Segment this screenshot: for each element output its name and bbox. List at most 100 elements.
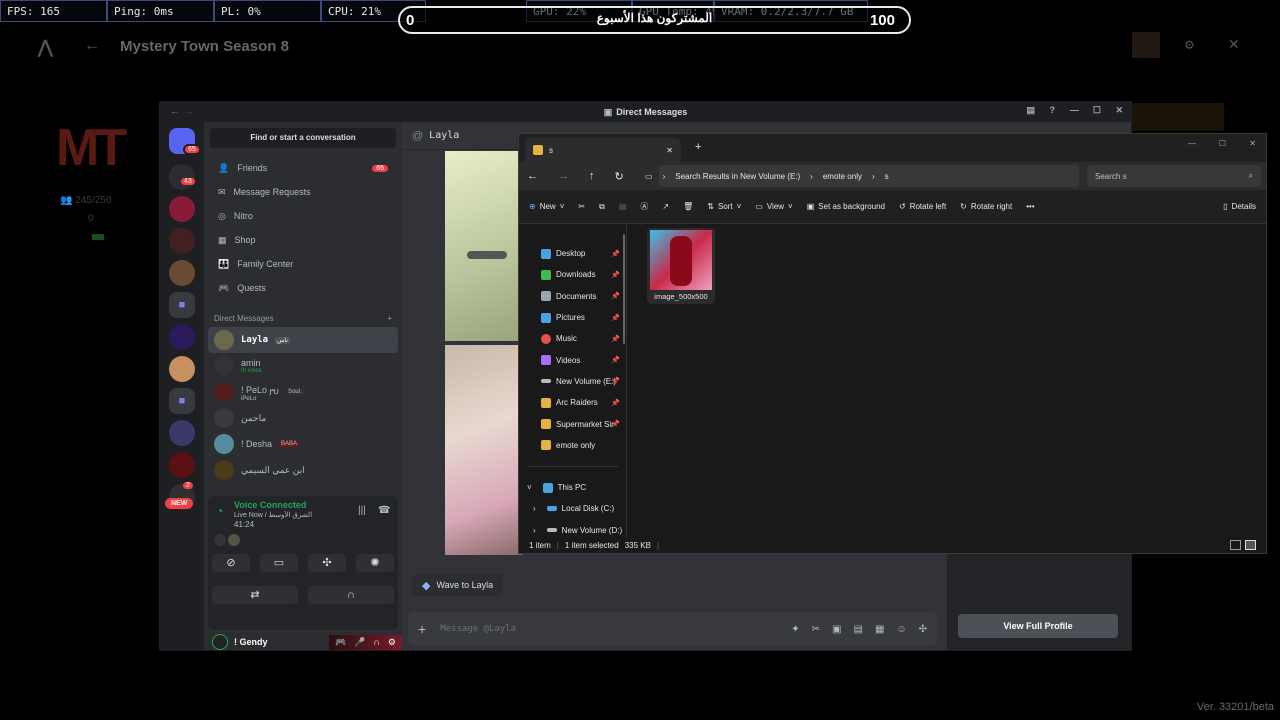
minimize-icon[interactable]: — (1070, 105, 1079, 115)
back-arrow-icon[interactable]: ← (84, 37, 100, 55)
activities-icon[interactable]: ✣ (919, 624, 927, 635)
explorer-tab[interactable]: s ✕ (525, 138, 681, 162)
microphone-icon[interactable]: 🎤 (354, 637, 365, 648)
avatar[interactable] (1132, 32, 1160, 58)
nitro-gift-icon[interactable]: ✂ (812, 624, 820, 635)
gift-icon[interactable]: ▣ (832, 624, 841, 635)
server-icon[interactable] (169, 196, 195, 222)
server-icon[interactable] (169, 356, 195, 382)
nav-message-requests[interactable]: ✉ Message Requests (204, 180, 402, 204)
apps-icon[interactable]: ✦ (791, 624, 799, 635)
nav-nitro[interactable]: ◎ Nitro (204, 204, 402, 228)
server-icon[interactable] (169, 420, 195, 446)
chat-image[interactable] (445, 151, 522, 341)
cut-icon[interactable]: ✂ (578, 202, 585, 211)
back-icon[interactable]: ← (527, 170, 538, 182)
view-full-profile-button[interactable]: View Full Profile (958, 614, 1118, 638)
delete-icon[interactable]: 🗑 (683, 202, 693, 211)
dm-item-cousin[interactable]: ابن عمي السيمي (208, 457, 398, 483)
screen-share-icon[interactable]: ▭ (260, 554, 298, 572)
folder-icon[interactable]: ■ (169, 388, 195, 414)
details-button[interactable]: ▯ Details (1223, 202, 1256, 211)
scrollbar[interactable] (623, 234, 625, 344)
nav-supermarket[interactable]: Supermarket Sir 📌 (519, 413, 626, 434)
breadcrumb-item[interactable]: s (885, 172, 889, 181)
game-logo-icon[interactable]: ⋀ (38, 37, 53, 58)
server-icon[interactable] (169, 260, 195, 286)
maximize-icon[interactable]: ☐ (1219, 139, 1226, 148)
forward-icon[interactable]: → (184, 106, 193, 116)
server-icon[interactable] (169, 324, 195, 350)
headset-icon[interactable]: ∩ (373, 637, 379, 648)
nav-videos[interactable]: Videos 📌 (519, 349, 626, 370)
close-icon[interactable]: ✕ (1228, 36, 1240, 53)
breadcrumb[interactable]: ▭ › Search Results in New Volume (E:) › … (645, 165, 1079, 187)
sort-button[interactable]: ⇅ Sort ˅ (707, 202, 741, 211)
maximize-icon[interactable]: ☐ (1093, 105, 1101, 116)
dm-item-layla[interactable]: Layla ناس (208, 327, 398, 353)
headphones-icon[interactable]: ∩ (308, 586, 394, 604)
wave-button[interactable]: ◆ Wave to Layla (412, 574, 504, 596)
minimize-icon[interactable]: — (1188, 139, 1196, 148)
message-input[interactable]: + Message @Layla ✦ ✂ ▣ ▤ ▦ ☺ ✣ (408, 612, 937, 646)
dm-item-mahmoun[interactable]: ماحمن (208, 405, 398, 431)
settings-icon[interactable]: ⚙ (388, 637, 396, 648)
nav-family-center[interactable]: 👪 Family Center (204, 252, 402, 276)
new-button[interactable]: ⊕ New ˅ (529, 202, 564, 211)
nav-friends[interactable]: 👤 Friends 65 (204, 156, 402, 180)
breadcrumb-item[interactable]: emote only (823, 172, 862, 181)
new-tab-icon[interactable]: + (695, 141, 701, 153)
rotate-right-button[interactable]: ↻ Rotate right (960, 202, 1012, 211)
nav-local-disk-c[interactable]: › Local Disk (C:) (519, 498, 626, 519)
copy-icon[interactable]: ⧉ (599, 202, 605, 212)
refresh-icon[interactable]: ↻ (615, 170, 624, 183)
help-icon[interactable]: ? (1050, 105, 1056, 115)
avatar[interactable] (212, 634, 228, 650)
forward-icon[interactable]: → (558, 170, 569, 182)
back-icon[interactable]: ← (170, 106, 179, 116)
create-dm-icon[interactable]: + (387, 314, 392, 323)
rename-icon[interactable]: Ⓐ (640, 201, 648, 212)
view-button[interactable]: ▭ View ˅ (755, 202, 792, 211)
set-background-button[interactable]: ▣ Set as background (807, 202, 885, 211)
server-icon[interactable] (169, 452, 195, 478)
game-icon[interactable]: 🎮 (335, 637, 346, 648)
nav-emote-only[interactable]: emote only (519, 435, 626, 456)
camera-off-icon[interactable]: ⊘ (212, 554, 250, 572)
dm-item-pelo[interactable]: ! PeLo 𐬫 iPeLo Soul. (208, 379, 398, 405)
inbox-icon[interactable]: ▤ (1026, 105, 1035, 116)
nav-quests[interactable]: 🎮 Quests (204, 276, 402, 300)
close-icon[interactable]: ✕ (1115, 105, 1123, 116)
file-item[interactable]: image_500x500 (647, 228, 715, 304)
nav-pictures[interactable]: Pictures 📌 (519, 307, 626, 328)
discord-home-icon[interactable]: 65 (169, 128, 201, 155)
server-icon[interactable] (169, 228, 195, 254)
activities-icon[interactable]: ✣ (308, 554, 346, 572)
rotate-left-button[interactable]: ↺ Rotate left (899, 202, 946, 211)
close-tab-icon[interactable]: ✕ (666, 146, 673, 155)
soundboard-button-icon[interactable]: ✺ (356, 554, 394, 572)
nav-desktop[interactable]: Desktop 📌 (519, 243, 626, 264)
details-view-icon[interactable] (1230, 540, 1241, 550)
breadcrumb-item[interactable]: Search Results in New Volume (E:) (675, 172, 800, 181)
emoji-icon[interactable]: ☺ (896, 624, 906, 635)
close-icon[interactable]: ✕ (1249, 139, 1256, 148)
chat-image[interactable] (445, 345, 522, 555)
dm-item-amin[interactable]: amin In voice (208, 353, 398, 379)
share-icon[interactable]: ↗ (662, 202, 669, 211)
more-icon[interactable]: ••• (1026, 202, 1034, 211)
up-icon[interactable]: ↑ (589, 170, 595, 182)
server-icon[interactable]: 43 (169, 164, 195, 190)
switch-icon[interactable]: ⇄ (212, 586, 298, 604)
search-input[interactable]: Find or start a conversation (210, 128, 396, 148)
gear-icon[interactable]: ⚙ (1184, 38, 1195, 52)
nav-music[interactable]: Music 📌 (519, 328, 626, 349)
folder-icon[interactable]: ■ (169, 292, 195, 318)
nav-this-pc[interactable]: ˅ This PC (519, 477, 626, 498)
thumbnail-view-icon[interactable] (1245, 540, 1256, 550)
add-attachment-icon[interactable]: + (418, 621, 426, 637)
search-input[interactable]: Search s ⌕ (1087, 165, 1261, 187)
dm-item-desha[interactable]: ! Desha BABA (208, 431, 398, 457)
sticker-icon[interactable]: ▦ (875, 624, 884, 635)
soundboard-icon[interactable]: ||| (358, 505, 366, 516)
